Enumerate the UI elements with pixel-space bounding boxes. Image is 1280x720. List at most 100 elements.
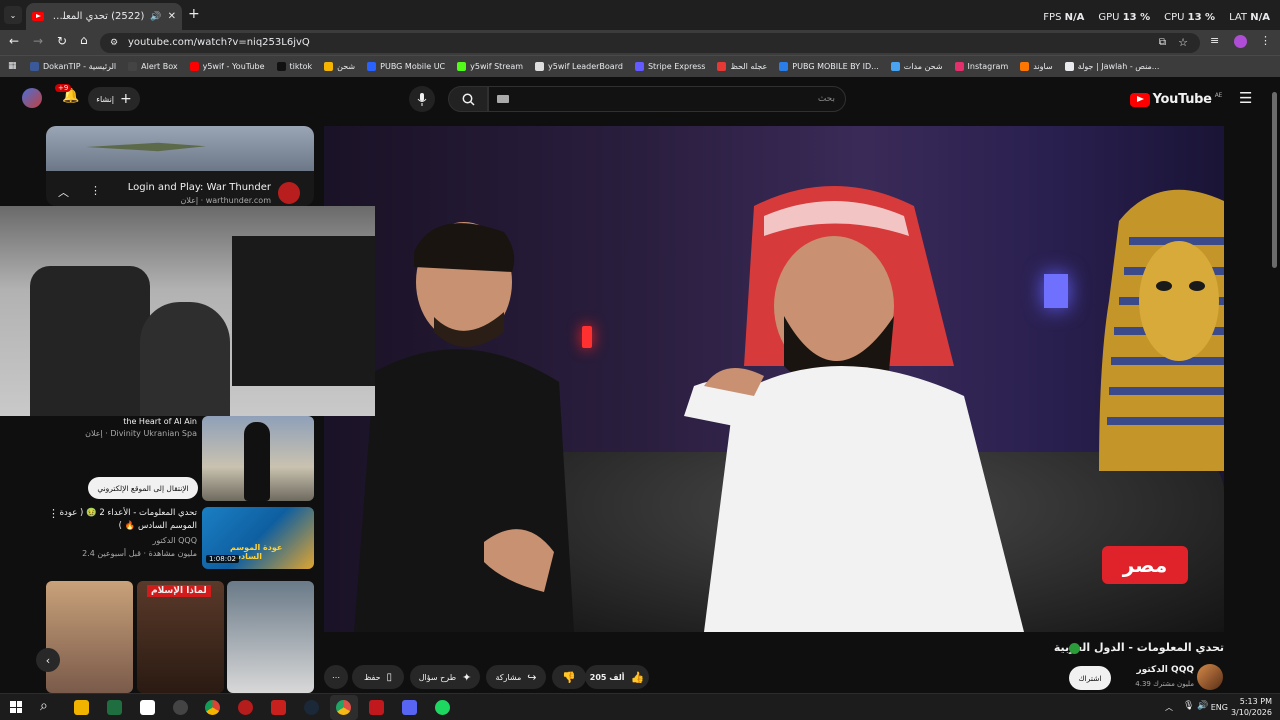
- bookmark-favicon-icon: [954, 62, 964, 71]
- voice-search-button[interactable]: [409, 86, 435, 112]
- start-windows-icon[interactable]: [10, 701, 22, 713]
- more-actions-button[interactable]: ⋯: [324, 665, 348, 689]
- save-button[interactable]: حفظ ▯: [352, 665, 404, 689]
- close-tab-icon[interactable]: ✕: [168, 11, 176, 22]
- keyboard-icon[interactable]: [497, 95, 509, 103]
- bookmark-star-icon[interactable]: ☆: [1178, 33, 1188, 53]
- like-button[interactable]: 205 ألف 👍: [585, 665, 649, 689]
- next-video-channel[interactable]: الدكتور QQQ: [152, 536, 197, 545]
- forward-icon[interactable]: →: [33, 34, 43, 48]
- subscribe-button[interactable]: اشتراك: [1069, 666, 1111, 690]
- search-input[interactable]: بحث: [488, 86, 846, 112]
- studio-light: [582, 326, 592, 348]
- audio-icon[interactable]: 🔊: [150, 12, 161, 22]
- home-icon[interactable]: ⌂: [80, 33, 88, 47]
- stat-fps: FPS N/A: [1043, 12, 1085, 23]
- bookmark-favicon-icon: [457, 62, 467, 71]
- browser-tab-active[interactable]: (2522) تحدي المعلومات - الد 🔊 ✕: [26, 3, 182, 30]
- app-green-icon[interactable]: [435, 700, 450, 715]
- bookmark-item[interactable]: ساوند: [1020, 62, 1053, 71]
- like-count: 205 ألف: [589, 672, 625, 682]
- address-bar[interactable]: ⚙ youtube.com/watch?v=niq253L6jvQ ⧉ ☆: [100, 33, 1200, 53]
- tray-chevron-icon[interactable]: ︿: [1165, 702, 1173, 713]
- channel-avatar[interactable]: [1197, 664, 1223, 690]
- short-thumbnail-3[interactable]: [227, 581, 314, 693]
- visit-website-button[interactable]: الإنتقال إلى الموقع الإلكتروني: [88, 477, 198, 499]
- file-explorer-icon[interactable]: [74, 700, 89, 715]
- carousel-prev-button[interactable]: ‹: [36, 648, 60, 672]
- bookmark-label: y5wif - YouTube: [202, 62, 265, 71]
- short-thumbnail-2[interactable]: لماذا الإسلام: [137, 581, 224, 693]
- volume-tray-icon[interactable]: 🔊: [1197, 701, 1208, 711]
- ask-button[interactable]: طرح سؤال ✦: [410, 665, 480, 689]
- bookmark-item[interactable]: y5wif - YouTube: [189, 62, 265, 71]
- share-button[interactable]: مشاركة ↪: [486, 665, 546, 689]
- bookmark-item[interactable]: y5wif LeaderBoard: [535, 62, 623, 71]
- bookmark-item[interactable]: Stripe Express: [634, 62, 706, 71]
- media-control-icon[interactable]: ≡: [1210, 34, 1219, 47]
- app-feather-icon[interactable]: [271, 700, 286, 715]
- bookmark-item[interactable]: PUBG Mobile UC: [367, 62, 445, 71]
- sponsored-thumbnail[interactable]: [202, 416, 314, 501]
- bookmark-item[interactable]: tiktok: [276, 62, 312, 71]
- app-red2-icon[interactable]: [369, 700, 384, 715]
- back-icon[interactable]: ←: [9, 34, 19, 48]
- bookmark-item[interactable]: PUBG MOBILE BY ID...: [779, 62, 879, 71]
- youtube-logo[interactable]: YouTube AE: [1129, 92, 1222, 107]
- ask-label: طرح سؤال: [418, 672, 457, 682]
- chrome-icon[interactable]: [205, 700, 220, 715]
- globe-icon: [1069, 643, 1080, 654]
- bookmark-label: DokanTIP - الرئيسية: [43, 62, 117, 71]
- dislike-button[interactable]: 👎: [552, 665, 586, 689]
- install-app-icon[interactable]: ⧉: [1159, 33, 1166, 53]
- browser-menu-icon[interactable]: ⋮: [1260, 34, 1271, 47]
- bookmark-item[interactable]: جولة | Jawlah - منص...: [1064, 62, 1159, 71]
- bookmark-item[interactable]: شحن: [324, 62, 355, 71]
- browser-toolbar: ← → ↻ ⌂ ⚙ youtube.com/watch?v=niq253L6jv…: [0, 30, 1280, 55]
- obs-icon[interactable]: [173, 700, 188, 715]
- profile-avatar-icon[interactable]: [1234, 35, 1247, 48]
- reload-icon[interactable]: ↻: [57, 34, 67, 48]
- excel-icon[interactable]: [107, 700, 122, 715]
- bookmark-item[interactable]: Instagram: [954, 62, 1009, 71]
- apps-grid-icon[interactable]: ▦: [8, 61, 17, 71]
- video-player[interactable]: مصر: [324, 126, 1224, 632]
- bookmark-item[interactable]: عجله الحظ: [717, 62, 767, 71]
- url-text: youtube.com/watch?v=niq253L6jvQ: [128, 37, 310, 48]
- search-icon[interactable]: ⌕: [40, 698, 48, 714]
- capcut-icon[interactable]: [140, 700, 155, 715]
- bookmark-label: Stripe Express: [647, 62, 706, 71]
- clock[interactable]: 5:13 PM 3/10/2026: [1231, 696, 1272, 718]
- page-scrollbar[interactable]: [1272, 92, 1277, 268]
- country-badge: مصر: [1102, 546, 1188, 584]
- steam-icon[interactable]: [304, 700, 319, 715]
- next-video-title[interactable]: تحدي المعلومات - الأعداء 2 🤢 ( عودة المو…: [57, 507, 197, 533]
- bookmark-item[interactable]: y5wif Stream: [457, 62, 523, 71]
- app-red-icon[interactable]: [238, 700, 253, 715]
- bookmark-label: PUBG Mobile UC: [380, 62, 446, 71]
- discord-icon[interactable]: [402, 700, 417, 715]
- bookmark-label: Instagram: [967, 62, 1009, 71]
- save-label: حفظ: [363, 672, 381, 682]
- user-avatar[interactable]: [22, 88, 42, 108]
- site-info-icon[interactable]: ⚙: [110, 33, 118, 53]
- tab-list-chevron-icon[interactable]: ⌄: [4, 6, 22, 24]
- sponsored-line-1: the Heart of Al Ain: [123, 417, 197, 426]
- new-tab-icon[interactable]: +: [188, 6, 200, 22]
- bookmark-item[interactable]: Alert Box: [128, 62, 178, 71]
- guide-menu-icon[interactable]: ☰: [1239, 89, 1252, 107]
- ad-collapse-chevron-icon[interactable]: ︿: [58, 184, 69, 200]
- bookmark-item[interactable]: DokanTIP - الرئيسية: [30, 62, 116, 71]
- bookmark-favicon-icon: [1020, 62, 1030, 71]
- search-button[interactable]: [448, 86, 488, 112]
- next-video-thumbnail[interactable]: عودة الموسم السادس 1:08:02: [202, 507, 314, 569]
- sponsored-ad-card[interactable]: ︿ ⋮ Login and Play: War Thunder إعلان · …: [46, 126, 314, 206]
- channel-name[interactable]: الدكتور QQQ: [1137, 665, 1195, 675]
- language-indicator[interactable]: ENG: [1211, 703, 1228, 712]
- create-button[interactable]: إنشاء +: [88, 87, 140, 111]
- ad-more-options-icon[interactable]: ⋮: [90, 184, 101, 197]
- bookmark-item[interactable]: شحن مدات: [890, 62, 943, 71]
- short-thumbnail-1[interactable]: [46, 581, 133, 693]
- microphone-tray-icon[interactable]: 🎙: [1183, 701, 1194, 711]
- thumbs-up-icon: 👍: [630, 670, 645, 684]
